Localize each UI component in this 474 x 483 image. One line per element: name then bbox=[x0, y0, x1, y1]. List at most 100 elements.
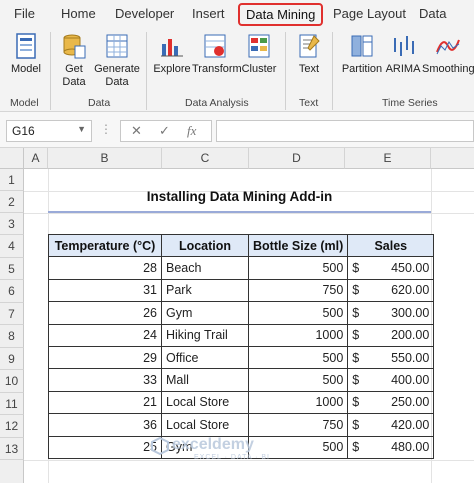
insert-function-icon[interactable]: fx bbox=[187, 123, 196, 139]
row-header-13[interactable]: 13 bbox=[0, 438, 24, 460]
more-icon[interactable]: ⋮ bbox=[100, 122, 112, 136]
cell-location[interactable]: Gym bbox=[161, 301, 249, 325]
column-header-a[interactable]: A bbox=[24, 148, 48, 169]
cluster-button[interactable]: Cluster bbox=[240, 32, 278, 76]
currency-symbol: $ bbox=[352, 283, 360, 298]
row-header-3[interactable]: 3 bbox=[0, 213, 24, 235]
row-header-4[interactable]: 4 bbox=[0, 235, 24, 258]
row-header-1[interactable]: 1 bbox=[0, 169, 24, 191]
row-header-2[interactable]: 2 bbox=[0, 191, 24, 213]
arima-button[interactable]: ARIMA bbox=[384, 32, 422, 76]
cell-sales[interactable]: $550.00 bbox=[347, 345, 435, 370]
cell-temperature[interactable]: 26 bbox=[48, 301, 162, 325]
cell-temperature[interactable]: 25 bbox=[48, 435, 162, 459]
row-header-12[interactable]: 12 bbox=[0, 415, 24, 438]
partition-button[interactable]: Partition bbox=[340, 32, 384, 76]
chevron-down-icon[interactable]: ▼ bbox=[77, 124, 86, 134]
cell-temperature[interactable]: 31 bbox=[48, 278, 162, 303]
transform-button[interactable]: Transform bbox=[192, 32, 242, 76]
cell-location[interactable]: Office bbox=[161, 345, 249, 370]
text-label: Text bbox=[298, 63, 320, 75]
cell-bottle-size[interactable]: 1000 bbox=[247, 323, 349, 347]
ribbon: Model Get Data Generate Data Explore Tra… bbox=[0, 28, 474, 112]
cell-temperature[interactable]: 36 bbox=[48, 413, 162, 437]
header-temperature[interactable]: Temperature (°C) bbox=[48, 233, 162, 258]
cell-bottle-size[interactable]: 500 bbox=[247, 368, 349, 392]
sales-value: 420.00 bbox=[391, 417, 430, 432]
column-header-f[interactable] bbox=[431, 148, 474, 169]
cell-location[interactable]: Hiking Trail bbox=[161, 323, 249, 347]
column-header-c[interactable]: C bbox=[162, 148, 249, 169]
currency-symbol: $ bbox=[352, 440, 360, 455]
table-grid-icon bbox=[106, 34, 128, 58]
table-row: 36 Local Store 750 $420.00 bbox=[48, 413, 435, 437]
text-button[interactable]: Text bbox=[290, 32, 328, 76]
cell-sales[interactable]: $480.00 bbox=[347, 435, 435, 459]
cell-location[interactable]: Mall bbox=[161, 368, 249, 392]
transform-label: Transform bbox=[192, 63, 242, 75]
cancel-icon[interactable]: ✕ bbox=[131, 123, 142, 139]
cell-location[interactable]: Beach bbox=[161, 256, 249, 280]
row-header-7[interactable]: 7 bbox=[0, 303, 24, 325]
cell-location[interactable]: Local Store bbox=[161, 413, 249, 437]
row-header-14[interactable] bbox=[0, 460, 24, 483]
cell-bottle-size[interactable]: 500 bbox=[247, 301, 349, 325]
cell-sales[interactable]: $420.00 bbox=[347, 413, 435, 437]
row-header-11[interactable]: 11 bbox=[0, 393, 24, 415]
header-bottle-size[interactable]: Bottle Size (ml) bbox=[247, 233, 349, 258]
smoothing-label: Smoothing bbox=[422, 63, 474, 75]
watermark-brand: exceldemy bbox=[172, 436, 254, 453]
cell-sales[interactable]: $450.00 bbox=[347, 256, 435, 280]
cell-location[interactable]: Park bbox=[161, 278, 249, 303]
cell-temperature[interactable]: 29 bbox=[48, 345, 162, 370]
name-box[interactable]: G16 ▼ bbox=[6, 120, 92, 142]
cell-location[interactable]: Local Store bbox=[161, 390, 249, 415]
tab-data[interactable]: Data bbox=[419, 6, 446, 21]
cell-bottle-size[interactable]: 500 bbox=[247, 256, 349, 280]
explore-button[interactable]: Explore bbox=[152, 32, 192, 76]
cell-temperature[interactable]: 33 bbox=[48, 368, 162, 392]
select-all-corner[interactable] bbox=[0, 148, 24, 169]
sheet-title[interactable]: Installing Data Mining Add-in bbox=[48, 189, 431, 204]
column-header-d[interactable]: D bbox=[249, 148, 345, 169]
gridline bbox=[24, 213, 474, 214]
model-label: Model bbox=[11, 63, 41, 75]
tab-page-layout[interactable]: Page Layout bbox=[333, 6, 406, 21]
column-header-e[interactable]: E bbox=[345, 148, 431, 169]
row-header-8[interactable]: 8 bbox=[0, 325, 24, 348]
header-sales[interactable]: Sales bbox=[347, 233, 435, 258]
cell-sales[interactable]: $250.00 bbox=[347, 390, 435, 415]
cell-bottle-size[interactable]: 1000 bbox=[247, 390, 349, 415]
tab-home[interactable]: Home bbox=[61, 6, 96, 21]
tab-data-mining[interactable]: Data Mining bbox=[238, 3, 324, 26]
column-header-b[interactable]: B bbox=[48, 148, 162, 169]
get-data-button[interactable]: Get Data bbox=[56, 32, 92, 89]
cell-bottle-size[interactable]: 500 bbox=[247, 345, 349, 370]
cell-temperature[interactable]: 24 bbox=[48, 323, 162, 347]
cell-sales[interactable]: $620.00 bbox=[347, 278, 435, 303]
cell-bottle-size[interactable]: 750 bbox=[247, 278, 349, 303]
cell-sales[interactable]: $400.00 bbox=[347, 368, 435, 392]
tab-developer[interactable]: Developer bbox=[115, 6, 174, 21]
tab-insert[interactable]: Insert bbox=[192, 6, 225, 21]
cell-temperature[interactable]: 28 bbox=[48, 256, 162, 280]
smoothing-button[interactable]: Smoothing bbox=[422, 32, 474, 76]
generate-data-button[interactable]: Generate Data bbox=[94, 32, 140, 89]
row-header-9[interactable]: 9 bbox=[0, 348, 24, 370]
row-header-5[interactable]: 5 bbox=[0, 258, 24, 280]
model-button[interactable]: Model bbox=[6, 32, 46, 76]
table-row: 33 Mall 500 $400.00 bbox=[48, 368, 435, 392]
row-header-10[interactable]: 10 bbox=[0, 370, 24, 393]
enter-icon[interactable]: ✓ bbox=[159, 123, 170, 139]
cell-temperature[interactable]: 21 bbox=[48, 390, 162, 415]
cell-bottle-size[interactable]: 750 bbox=[247, 413, 349, 437]
tab-file[interactable]: File bbox=[14, 6, 35, 21]
sales-value: 620.00 bbox=[391, 283, 430, 298]
header-location[interactable]: Location bbox=[161, 233, 249, 258]
formula-input[interactable] bbox=[216, 120, 474, 142]
cell-sales[interactable]: $300.00 bbox=[347, 301, 435, 325]
group-separator bbox=[50, 32, 51, 110]
cell-sales[interactable]: $200.00 bbox=[347, 323, 435, 347]
group-label-data-analysis: Data Analysis bbox=[185, 97, 249, 109]
row-header-6[interactable]: 6 bbox=[0, 280, 24, 303]
